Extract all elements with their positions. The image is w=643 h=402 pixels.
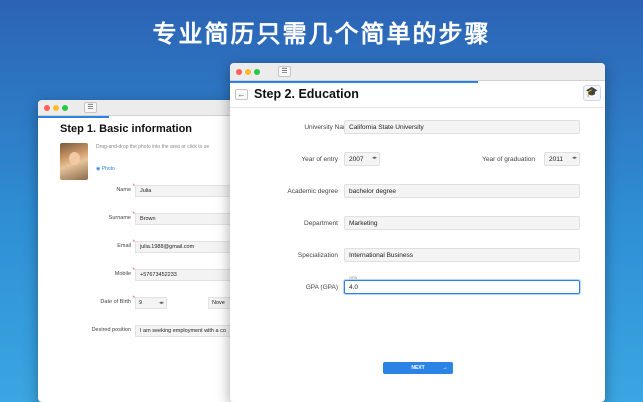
dob-month-value: Nove — [212, 300, 225, 306]
year-graduation-label: Year of graduation — [482, 156, 535, 163]
name-label: Name * — [116, 184, 135, 193]
surname-row: Surname * Brown — [38, 212, 258, 225]
dob-day-select[interactable]: 9 ◂▸ — [135, 297, 167, 309]
surname-label: Surname * — [108, 212, 135, 221]
zoom-window-button[interactable] — [254, 69, 260, 75]
titlebar: ☰ — [38, 100, 258, 116]
desired-position-row: Desired position I am seeking employment… — [38, 325, 258, 337]
mobile-row: Mobile * +57673452233 — [38, 268, 258, 281]
gpa-field[interactable]: 4.0 — [344, 280, 580, 294]
email-row: Email * julia.1988@gmail.com — [38, 240, 258, 253]
year-entry-label: Year of entry — [301, 156, 338, 163]
email-label: Email * — [117, 240, 135, 249]
specialization-label: Specialization — [297, 252, 338, 259]
titlebar: ☰ — [230, 63, 605, 81]
degree-label: Academic degree — [287, 188, 338, 195]
stepper-icon: ◂▸ — [571, 155, 577, 161]
arrow-right-icon: → — [442, 365, 448, 371]
dob-row: Date of Birth * 9 ◂▸ Nove — [38, 296, 258, 309]
stepper-icon: ◂▸ — [158, 300, 164, 306]
photo-link-label: Photo — [101, 166, 115, 172]
education-window: ☰ ← Step 2. Education 🎓 University Name … — [230, 63, 605, 402]
face-shape — [69, 152, 80, 165]
close-window-button[interactable] — [236, 69, 242, 75]
close-window-button[interactable] — [44, 105, 50, 111]
dob-label: Date of Birth * — [100, 296, 135, 305]
arrow-left-icon[interactable]: ← — [235, 89, 248, 100]
divider — [230, 107, 605, 108]
zoom-window-button[interactable] — [62, 105, 68, 111]
name-row: Name * Julia — [38, 184, 258, 197]
degree-field[interactable]: bachelor degree — [344, 184, 580, 198]
minimize-window-button[interactable] — [53, 105, 59, 111]
department-field[interactable]: Marketing — [344, 216, 580, 230]
gpa-label: GPA (GPA) — [305, 284, 338, 291]
dob-day-value: 9 — [139, 300, 143, 306]
page-headline: 专业简历只需几个简单的步骤 — [152, 20, 491, 48]
hamburger-icon[interactable]: ☰ — [278, 66, 291, 77]
specialization-field[interactable]: International Business — [344, 248, 580, 262]
year-graduation-value: 2011 — [549, 156, 563, 163]
step-progress-bar — [230, 81, 478, 83]
graduation-cap-icon[interactable]: 🎓 — [583, 85, 601, 101]
profile-photo[interactable] — [60, 143, 88, 180]
step-title: Step 2. Education — [254, 87, 359, 101]
year-graduation-select[interactable]: 2011 ◂▸ — [544, 152, 580, 166]
photo-drop-hint: Drag-and-drop the photo into the area or… — [96, 144, 210, 150]
next-button-label: NEXT — [411, 365, 425, 371]
mobile-label: Mobile * — [114, 268, 135, 277]
year-entry-value: 2007 — [349, 156, 364, 163]
year-entry-select[interactable]: 2007 ◂▸ — [344, 152, 380, 166]
step-title: Step 1. Basic information — [60, 123, 193, 135]
next-button[interactable]: NEXT → — [383, 362, 453, 374]
step-progress-bar — [38, 116, 109, 118]
minimize-window-button[interactable] — [245, 69, 251, 75]
photo-link[interactable]: ◉ Photo — [96, 166, 115, 172]
university-field[interactable]: California State University — [344, 120, 580, 134]
department-label: Department — [304, 220, 338, 227]
camera-icon: ◉ — [96, 166, 101, 172]
hamburger-icon[interactable]: ☰ — [84, 102, 97, 113]
basic-info-window: ☰ Step 1. Basic information Drag-and-dro… — [38, 100, 258, 402]
stepper-icon: ◂▸ — [371, 155, 377, 161]
desired-position-label: Desired position — [91, 327, 131, 333]
